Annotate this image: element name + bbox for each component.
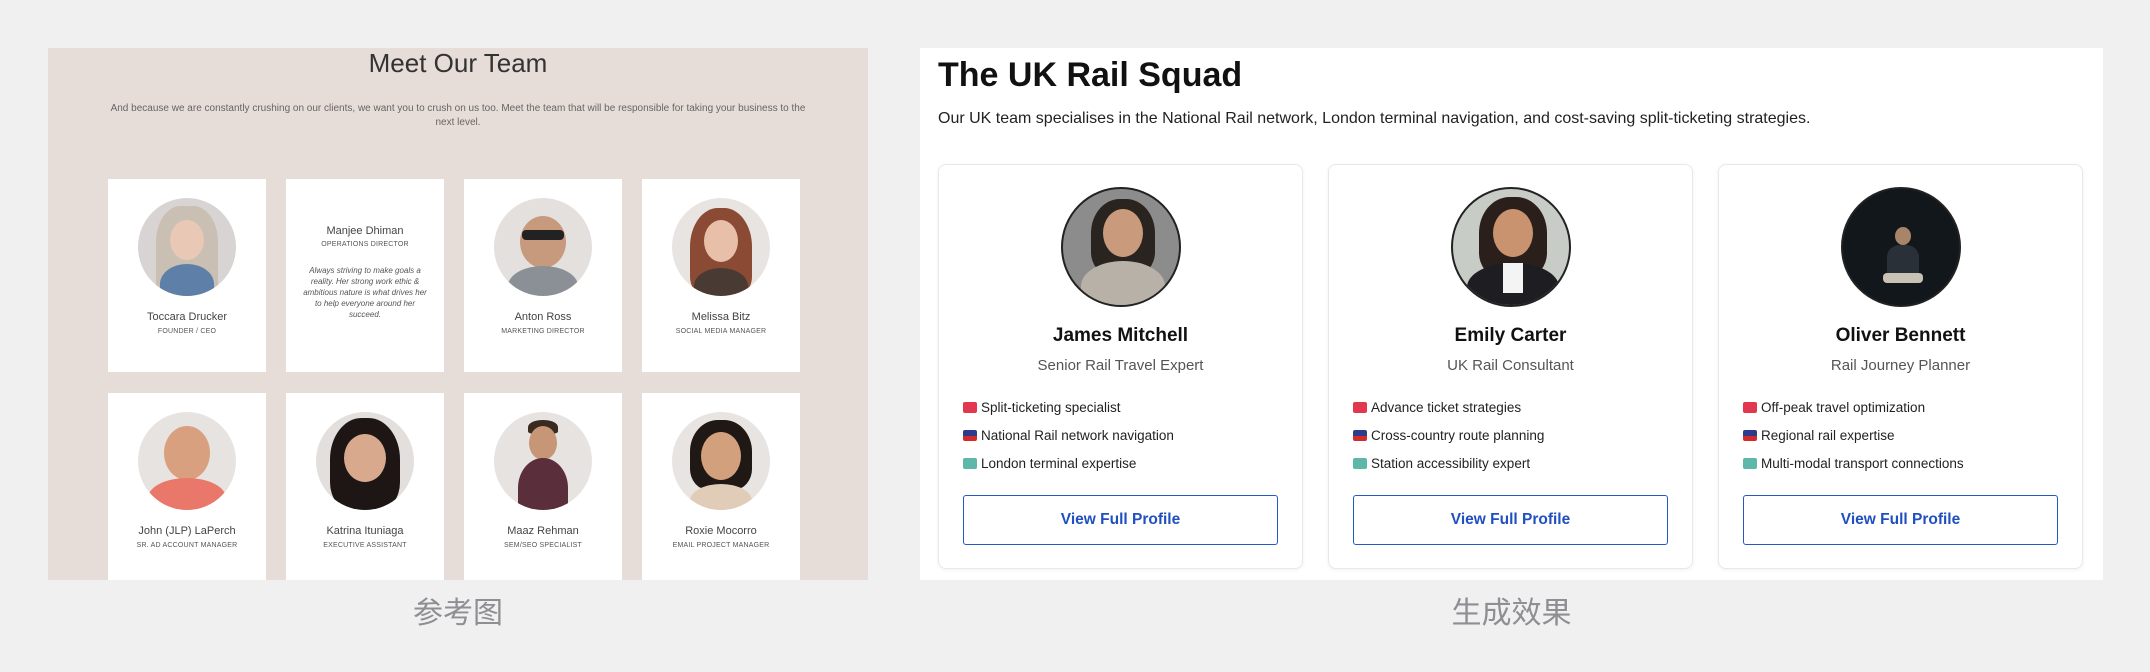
generated-caption: 生成效果 — [1451, 596, 1572, 631]
member-name: Oliver Bennett — [1835, 325, 1966, 346]
team-card-anton: Anton Ross MARKETING DIRECTOR — [464, 179, 622, 372]
skill-item: Split-ticketing specialist — [963, 393, 1278, 421]
skill-text: Advance ticket strategies — [1371, 399, 1522, 415]
avatar — [494, 412, 592, 510]
reference-subtitle: And because we are constantly crushing o… — [110, 103, 806, 128]
team-card-maaz: Maaz Rehman SEM/SEO SPECIALIST — [464, 393, 622, 580]
avatar — [1060, 187, 1181, 307]
team-card-oliver: Oliver Bennett Rail Journey Planner Off-… — [1718, 164, 2083, 569]
reference-panel: Meet Our Team And because we are constan… — [48, 48, 868, 580]
generated-panel: The UK Rail Squad Our UK team specialise… — [920, 48, 2103, 580]
page-title: The UK Rail Squad — [938, 56, 1243, 94]
train-icon — [963, 429, 977, 441]
avatar — [672, 412, 770, 510]
member-role: SEM/SEO SPECIALIST — [504, 542, 582, 549]
skill-item: Regional rail expertise — [1743, 421, 2058, 449]
member-role: EXECUTIVE ASSISTANT — [323, 542, 407, 549]
member-role: SR. AD ACCOUNT MANAGER — [136, 542, 238, 549]
skill-item: London terminal expertise — [963, 449, 1278, 477]
skill-text: London terminal expertise — [981, 455, 1137, 471]
skill-item: Multi-modal transport connections — [1743, 449, 2058, 477]
member-name: Melissa Bitz — [691, 311, 751, 323]
skill-item: Cross-country route planning — [1353, 421, 1668, 449]
team-card-katrina: Katrina Ituniaga EXECUTIVE ASSISTANT — [286, 393, 444, 580]
member-name: Roxie Mocorro — [685, 525, 757, 537]
member-name: Emily Carter — [1454, 325, 1567, 346]
member-role: EMAIL PROJECT MANAGER — [672, 542, 770, 549]
ticket-icon — [1743, 401, 1757, 413]
ticket-icon — [1353, 401, 1367, 413]
member-quote: Always striving to make goals a reality.… — [303, 266, 427, 319]
train-icon — [1743, 429, 1757, 441]
member-role: MARKETING DIRECTOR — [501, 328, 585, 335]
team-card-roxie: Roxie Mocorro EMAIL PROJECT MANAGER — [642, 393, 800, 580]
view-profile-button[interactable]: View Full Profile — [963, 495, 1278, 545]
skills-list: Off-peak travel optimization Regional ra… — [1743, 393, 2058, 477]
map-icon — [1743, 457, 1757, 469]
skill-item: Station accessibility expert — [1353, 449, 1668, 477]
view-profile-button[interactable]: View Full Profile — [1353, 495, 1668, 545]
member-name: James Mitchell — [1052, 325, 1189, 346]
member-role: Senior Rail Travel Expert — [1037, 357, 1204, 374]
team-card-melissa: Melissa Bitz SOCIAL MEDIA MANAGER — [642, 179, 800, 372]
member-name: Anton Ross — [514, 311, 572, 323]
member-name: Katrina Ituniaga — [326, 525, 404, 537]
skill-text: Multi-modal transport connections — [1761, 455, 1964, 471]
skill-item: Advance ticket strategies — [1353, 393, 1668, 421]
avatar — [138, 412, 236, 510]
member-name: John (JLP) LaPerch — [138, 525, 236, 537]
skill-text: Split-ticketing specialist — [981, 399, 1121, 415]
skill-text: Off-peak travel optimization — [1761, 399, 1926, 415]
skill-text: National Rail network navigation — [981, 427, 1174, 443]
skills-list: Advance ticket strategies Cross-country … — [1353, 393, 1668, 477]
map-icon — [963, 457, 977, 469]
member-role: SOCIAL MEDIA MANAGER — [675, 328, 767, 335]
member-role: OPERATIONS DIRECTOR — [321, 241, 409, 248]
avatar — [1450, 187, 1571, 307]
reference-title: Meet Our Team — [368, 48, 548, 78]
page-subtitle: Our UK team specialises in the National … — [938, 110, 1811, 127]
skill-text: Cross-country route planning — [1371, 427, 1545, 443]
skill-text: Regional rail expertise — [1761, 427, 1895, 443]
skill-item: National Rail network navigation — [963, 421, 1278, 449]
team-card-toccara: Toccara Drucker FOUNDER / CEO — [108, 179, 266, 372]
team-card-emily: Emily Carter UK Rail Consultant Advance … — [1328, 164, 1693, 569]
team-card-john: John (JLP) LaPerch SR. AD ACCOUNT MANAGE… — [108, 393, 266, 580]
avatar — [494, 198, 592, 296]
reference-caption: 参考图 — [413, 596, 503, 631]
avatar — [1840, 187, 1961, 307]
member-name: Toccara Drucker — [146, 311, 228, 323]
avatar — [672, 198, 770, 296]
skills-list: Split-ticketing specialist National Rail… — [963, 393, 1278, 477]
view-profile-button[interactable]: View Full Profile — [1743, 495, 2058, 545]
skill-item: Off-peak travel optimization — [1743, 393, 2058, 421]
team-card-manjee: Manjee Dhiman OPERATIONS DIRECTOR Always… — [286, 179, 444, 372]
ticket-icon — [963, 401, 977, 413]
team-card-james: James Mitchell Senior Rail Travel Expert… — [938, 164, 1303, 569]
skill-text: Station accessibility expert — [1371, 455, 1531, 471]
member-role: FOUNDER / CEO — [157, 328, 217, 335]
member-role: UK Rail Consultant — [1447, 357, 1574, 374]
avatar — [316, 412, 414, 510]
member-role: Rail Journey Planner — [1830, 357, 1971, 374]
member-name: Maaz Rehman — [507, 525, 579, 537]
avatar — [138, 198, 236, 296]
train-icon — [1353, 429, 1367, 441]
member-name: Manjee Dhiman — [326, 225, 404, 237]
map-icon — [1353, 457, 1367, 469]
